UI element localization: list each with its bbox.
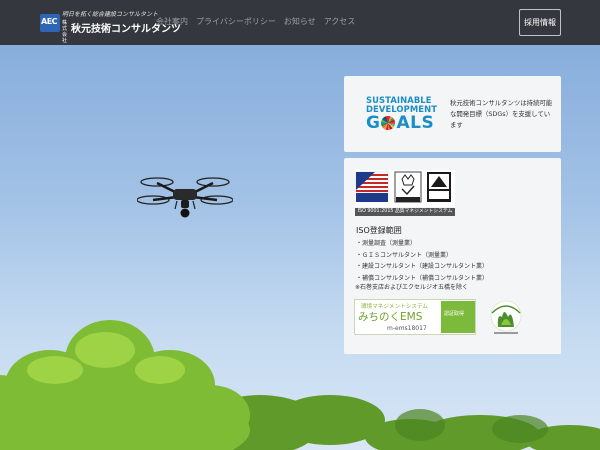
logo-mark-icon: AEC [40, 14, 60, 32]
site-header: AEC 明日を拓く総合建設コンサルタント 株式会社 秋元技術コンサルタンツ 会社… [0, 0, 600, 45]
sdgs-logo-goals: G ALS [366, 114, 440, 132]
sdgs-wheel-icon [381, 116, 396, 130]
list-item: ・ＧＩＳコンサルタント（測量業） [356, 251, 453, 259]
ems-code: m-ems18017 [387, 325, 427, 332]
ems-big-text: みちのくEMS [358, 311, 423, 323]
main-nav: 会社案内 プライバシーポリシー お知らせ アクセス [156, 16, 355, 27]
company-logo[interactable]: AEC 明日を拓く総合建設コンサルタント 株式会社 秋元技術コンサルタンツ [40, 9, 181, 44]
sdgs-logo[interactable]: SUSTAINABLE DEVELOPMENT G ALS [366, 96, 440, 133]
nav-link-privacy-policy[interactable]: プライバシーポリシー [196, 16, 276, 27]
ukas-crown-icon [394, 171, 422, 203]
iso-scope-list: ・測量調査（測量業） ・ＧＩＳコンサルタント（測量業） ・建設コンサルタント（建… [356, 238, 488, 284]
sdgs-card: SUSTAINABLE DEVELOPMENT G ALS 秋元技術コンサルタンツ… [344, 76, 561, 152]
nav-link-company[interactable]: 会社案内 [156, 16, 188, 27]
logo-tagline: 明日を拓く総合建設コンサルタント [62, 11, 159, 18]
recruit-button[interactable]: 採用情報 [519, 9, 561, 36]
cert-logo-strip [355, 170, 455, 207]
iso-certification-marks[interactable]: ISO 9001:2015 品質マネジメントシステム [355, 170, 455, 218]
perry-johnson-flag-icon [355, 171, 389, 202]
iso-card: ISO 9001:2015 品質マネジメントシステム ISO登録範囲 ・測量調査… [344, 158, 561, 354]
iso-scope-note: ※石巻支店およびエクセルジオ五橋を除く [355, 284, 469, 291]
ems-badge-text: 認証取得 [444, 311, 465, 317]
iso-scope-heading: ISO登録範囲 [356, 226, 402, 235]
list-item: ・測量調査（測量業） [356, 240, 417, 247]
eco-certification-logo[interactable] [484, 299, 528, 337]
cert-logos-graphic [355, 171, 451, 203]
iso-cert-caption: ISO 9001:2015 品質マネジメントシステム [355, 208, 455, 216]
nav-link-news[interactable]: お知らせ [284, 16, 316, 27]
jab-ms-icon [427, 172, 451, 202]
drone-graphic [137, 177, 233, 218]
nav-link-access[interactable]: アクセス [324, 16, 356, 27]
logo-prefix: 株式会社 [62, 20, 68, 44]
sdgs-logo-go: G [366, 113, 381, 133]
list-item: ・建設コンサルタント（建設コンサルタント業） [356, 263, 489, 270]
michinoku-ems-logo[interactable]: 環境マネジメントシステム みちのくEMS m-ems18017 認証取得 [354, 299, 476, 335]
logo-mark-text: AEC [41, 17, 58, 26]
sdgs-logo-als: ALS [396, 113, 435, 133]
sdgs-statement: 秋元技術コンサルタンツは持続可能な開発目標（SDGs）を支援しています [450, 99, 553, 129]
ems-badge: 認証取得 [441, 301, 475, 333]
